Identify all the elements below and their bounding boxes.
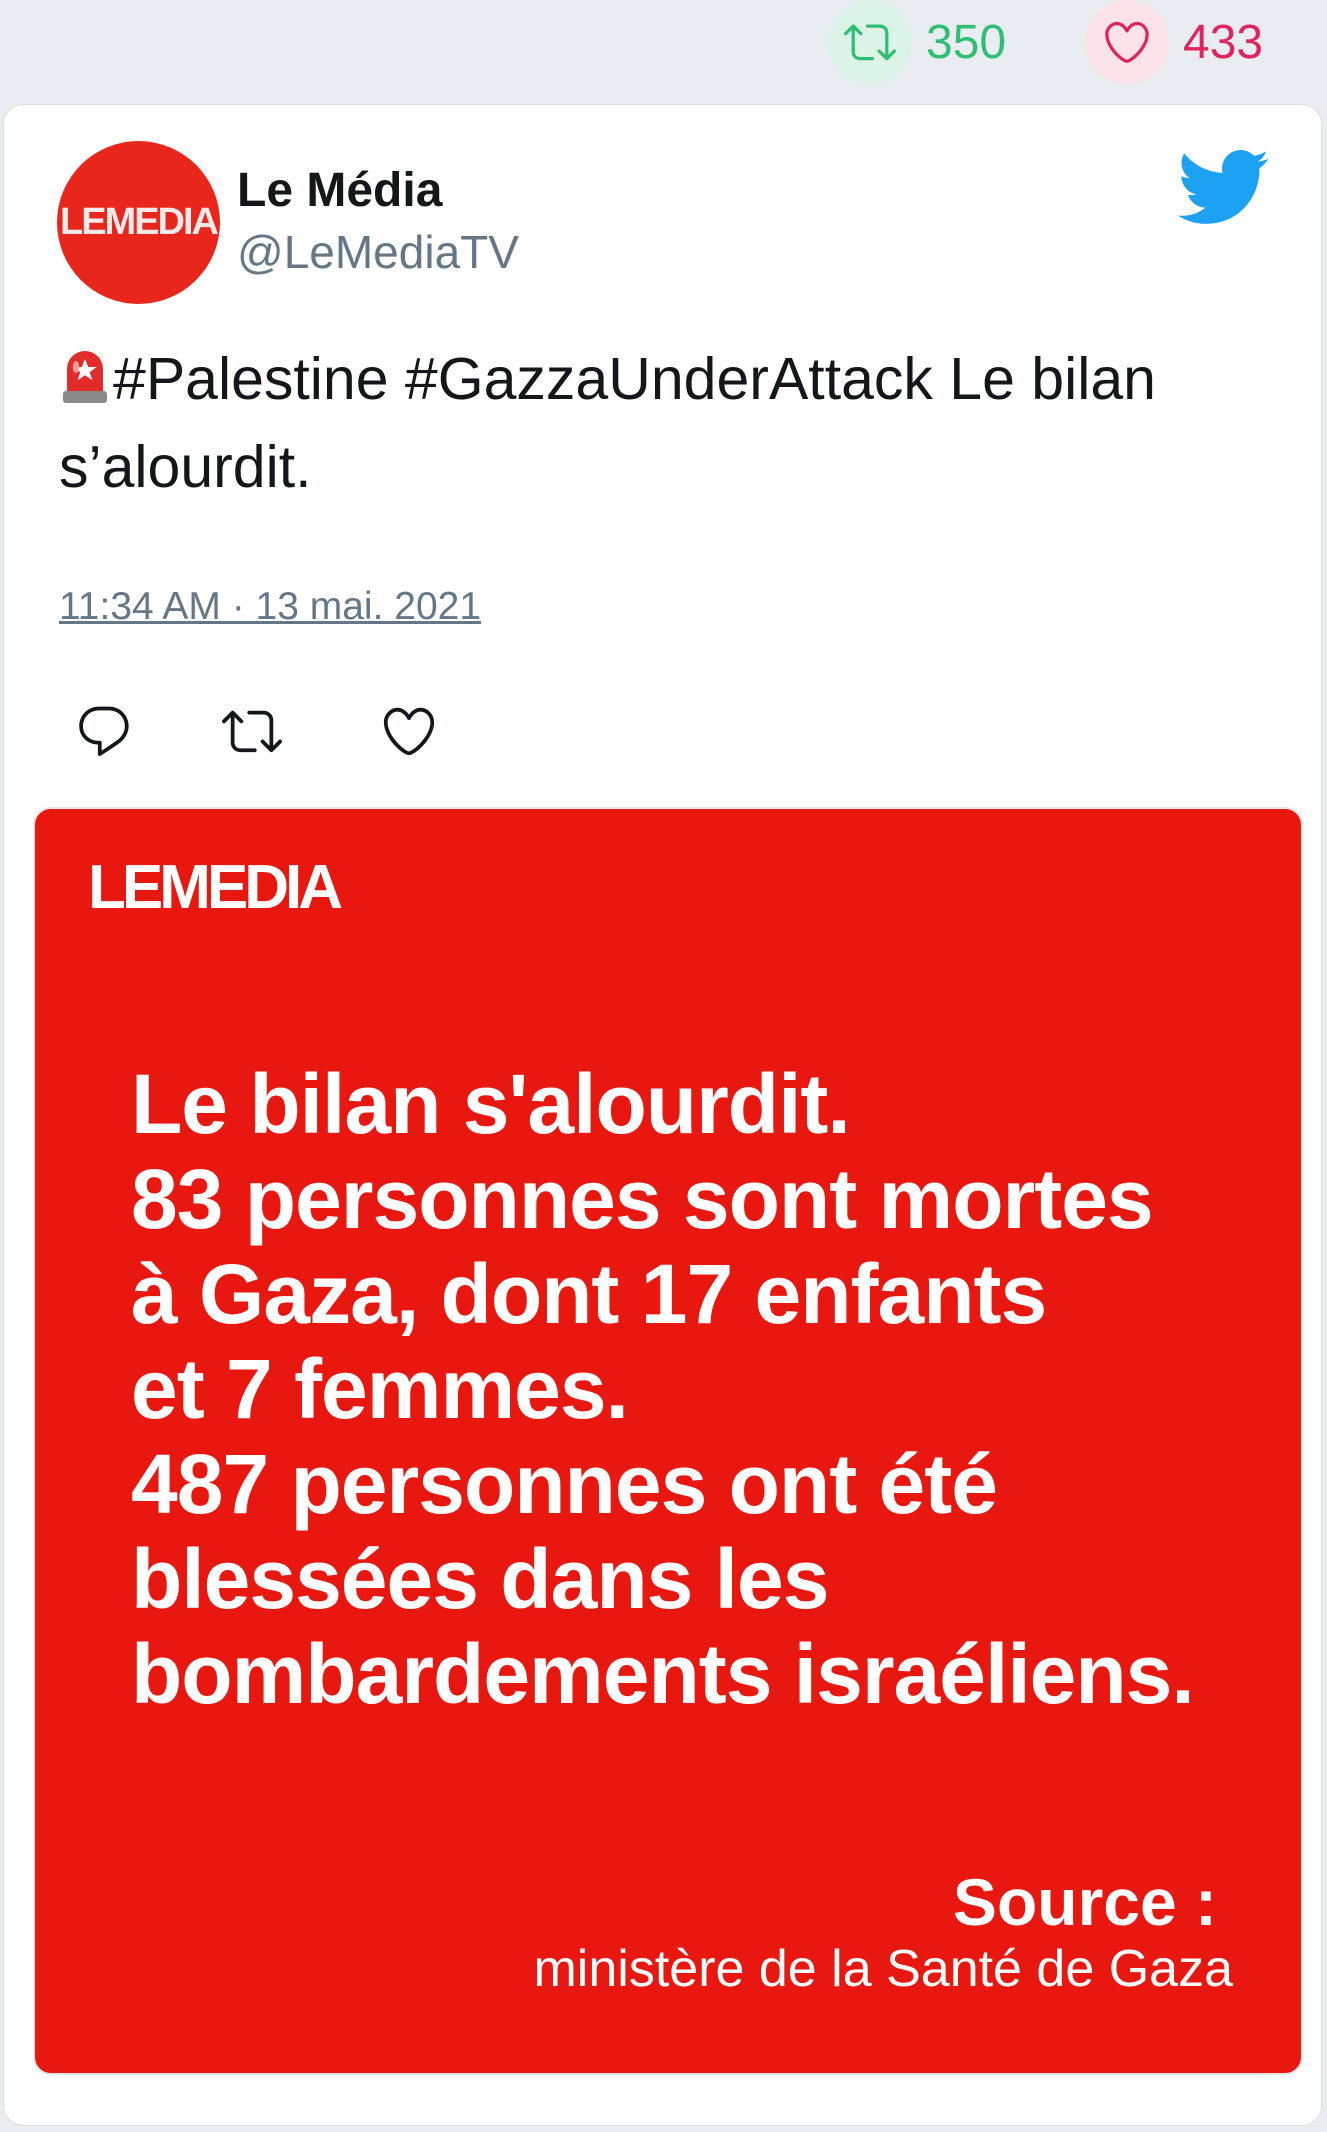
siren-icon — [63, 351, 107, 403]
media-line: Le bilan s'alourdit. — [131, 1057, 851, 1151]
reply-icon[interactable] — [74, 701, 134, 761]
author-handle[interactable]: @LeMediaTV — [237, 225, 519, 279]
avatar-logo: LEMEDIA — [60, 201, 219, 243]
retweet-icon[interactable] — [222, 701, 282, 761]
like-stat[interactable]: 433 — [1085, 0, 1263, 84]
media-line: à Gaza, dont 17 enfants — [131, 1247, 1047, 1341]
tweet-card[interactable]: LEMEDIA Le Média @LeMediaTV #Palestine #… — [3, 104, 1322, 2126]
like-count: 433 — [1183, 15, 1264, 69]
author-name[interactable]: Le Média — [237, 163, 442, 218]
tweet-timestamp[interactable]: 11:34 AM · 13 mai. 2021 — [59, 585, 481, 629]
engagement-stats: 350 433 — [0, 0, 1327, 100]
media-headline: Le bilan s'alourdit. 83 personnes sont m… — [131, 1057, 1301, 1722]
media-line: blessées dans les — [131, 1532, 829, 1626]
retweet-stat-icon — [828, 0, 912, 84]
retweet-stat[interactable]: 350 — [828, 0, 1006, 84]
media-line: 487 personnes ont été — [131, 1437, 998, 1531]
tweet-media-image[interactable]: LEMEDIA Le bilan s'alourdit. 83 personne… — [33, 807, 1303, 2075]
media-line: bombardements israéliens. — [131, 1627, 1195, 1721]
avatar[interactable]: LEMEDIA — [57, 141, 220, 304]
like-stat-icon — [1085, 0, 1169, 84]
retweet-count: 350 — [926, 15, 1007, 69]
like-icon[interactable] — [379, 701, 439, 761]
tweet-text: #Palestine #GazzaUnderAttack Le bilan s’… — [59, 335, 1279, 511]
media-source-title: Source : — [952, 1865, 1217, 1939]
media-logo: LEMEDIA — [88, 853, 343, 922]
tweet-text-content: #Palestine #GazzaUnderAttack Le bilan s’… — [59, 346, 1156, 500]
media-source-body: ministère de la Santé de Gaza — [533, 1940, 1233, 1998]
media-line: et 7 femmes. — [131, 1342, 629, 1436]
media-line: 83 personnes sont mortes — [131, 1152, 1154, 1246]
twitter-bird-icon[interactable] — [1174, 147, 1270, 227]
